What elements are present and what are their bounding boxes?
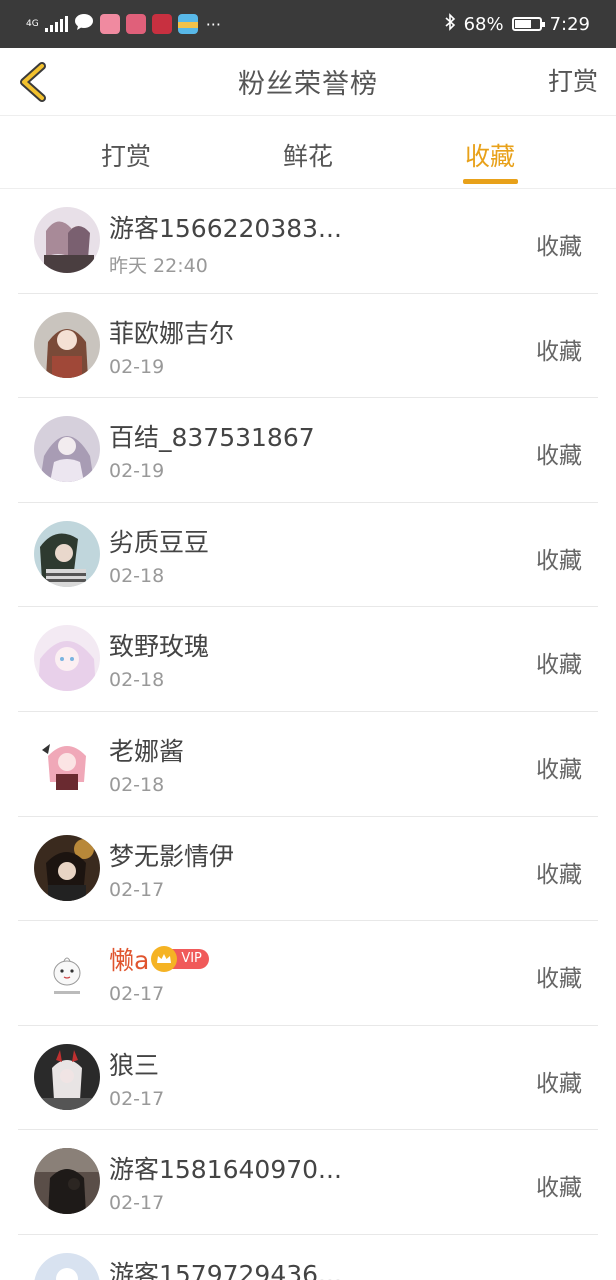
avatar[interactable] [34,729,100,796]
status-right: 68% 7:29 [444,10,590,38]
battery-percent: 68% [463,13,504,35]
list-item[interactable]: 菲欧娜吉尔 02-19 收藏 [18,294,598,399]
avatar[interactable] [34,625,100,692]
action-label: 收藏 [536,1175,582,1202]
signal-icon [44,16,68,32]
avatar[interactable] [34,1148,100,1215]
list-item[interactable]: 懒a VIP 02-17 收藏 [18,921,598,1026]
page-title: 粉丝荣誉榜 [238,69,378,100]
action-label: 收藏 [536,966,582,993]
timestamp: 02-17 [109,1192,165,1215]
battery-icon [511,17,545,31]
more-notifications-icon: ··· [205,14,221,34]
action-label: 收藏 [536,756,582,783]
user-name: 劣质豆豆 [109,527,210,557]
timestamp: 02-18 [109,773,165,796]
tab-tip[interactable]: 打赏 [66,137,186,173]
user-name: 游客1581640970... [109,1155,342,1185]
app-notification-icon [125,14,146,34]
user-name: 狼三 [109,1050,160,1080]
list-item[interactable]: 游客1579729436... 收藏 [18,1235,598,1280]
timestamp: 02-17 [109,878,165,901]
status-left: 4G ··· [26,12,221,36]
action-label: 收藏 [536,861,582,888]
list-item[interactable]: 游客1566220383... 昨天 22:40 收藏 [18,189,598,294]
app-notification-icon [177,14,198,34]
avatar[interactable] [34,207,100,273]
tip-button[interactable]: 打赏 [548,62,598,98]
action-label: 收藏 [536,547,582,574]
action-label: 收藏 [536,1273,582,1280]
action-label: 收藏 [536,1070,582,1097]
active-tab-indicator [463,179,518,184]
list-item[interactable]: 老娜酱 02-18 收藏 [18,712,598,817]
list-item[interactable]: 致野玫瑰 02-18 收藏 [18,607,598,712]
network-type: 4G [26,18,39,29]
timestamp: 昨天 22:40 [109,255,208,277]
user-name: 老娜酱 [109,736,185,766]
timestamp: 02-17 [109,1087,165,1110]
user-name: 游客1566220383... [109,214,342,243]
list-item[interactable]: 狼三 02-17 收藏 [18,1026,598,1131]
status-bar: 4G ··· 68% 7:29 [0,0,616,48]
list-item[interactable]: 百结_837531867 02-19 收藏 [18,398,598,503]
vip-badge: VIP [151,946,209,973]
action-label: 收藏 [536,234,582,260]
timestamp: 02-17 [109,983,165,1006]
user-name: 梦无影情伊 [109,841,235,871]
top-nav-bar: 粉丝荣誉榜 打赏 [0,48,616,116]
tab-flowers[interactable]: 鲜花 [248,137,368,173]
list-item[interactable]: 梦无影情伊 02-17 收藏 [18,817,598,922]
action-label: 收藏 [536,652,582,679]
timestamp: 02-19 [109,355,165,378]
user-name: 致野玫瑰 [109,632,210,662]
clock: 7:29 [549,13,590,35]
avatar[interactable] [34,834,100,901]
message-icon [74,13,94,35]
list-item[interactable]: 游客1581640970... 02-17 收藏 [18,1130,598,1235]
avatar[interactable] [34,520,100,587]
action-label: 收藏 [536,443,582,470]
avatar[interactable] [34,416,100,483]
avatar[interactable] [34,1252,100,1280]
timestamp: 02-18 [109,564,165,587]
tab-bar: 打赏 鲜花 收藏 [0,117,616,189]
fan-list: 游客1566220383... 昨天 22:40 收藏 菲欧娜吉尔 02-19 … [0,189,616,1280]
bluetooth-icon [444,12,456,36]
action-label: 收藏 [536,338,582,365]
list-item[interactable]: 劣质豆豆 02-18 收藏 [18,503,598,608]
user-name: 懒a [109,946,150,976]
timestamp: 02-18 [109,669,165,692]
user-name: 游客1579729436... [109,1259,342,1280]
app-notification-icon [99,14,120,34]
app-notification-icon [151,14,172,34]
user-name: 百结_837531867 [109,423,315,453]
avatar[interactable] [34,1043,100,1110]
user-name: 菲欧娜吉尔 [109,318,235,348]
timestamp: 02-19 [109,460,165,483]
avatar[interactable] [34,939,100,1006]
avatar[interactable] [34,311,100,378]
tab-favorites[interactable]: 收藏 [430,137,550,173]
